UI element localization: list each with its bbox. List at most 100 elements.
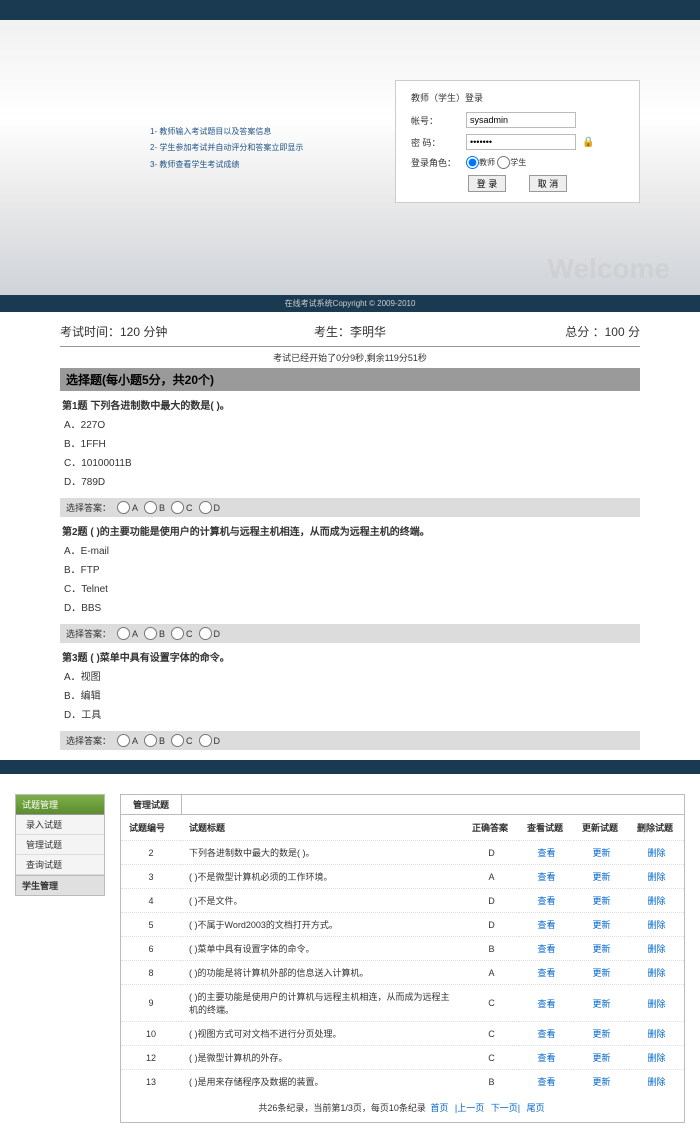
q1-opt-d: D．789D: [62, 473, 638, 492]
delete-link[interactable]: 删除: [629, 1070, 684, 1094]
q3-choice-a[interactable]: [117, 734, 130, 747]
question-2: 第2题 ( )的主要功能是使用户的计算机与远程主机相连，从而成为远程主机的终端。…: [60, 517, 640, 624]
table-row: 3( )不是微型计算机必须的工作环境。A查看更新删除: [121, 865, 684, 889]
col-delete: 删除试题: [629, 815, 684, 841]
cell-title: ( )视图方式可对文档不进行分页处理。: [181, 1022, 464, 1046]
update-link[interactable]: 更新: [574, 1070, 629, 1094]
view-link[interactable]: 查看: [519, 865, 574, 889]
pager-last[interactable]: 尾页: [527, 1103, 545, 1113]
cell-answer: A: [464, 961, 519, 985]
pager: 共26条纪录，当前第1/3页，每页10条纪录 首页 |上一页 下一页| 尾页: [121, 1093, 684, 1122]
view-link[interactable]: 查看: [519, 841, 574, 865]
q1-opt-c: C．10100011B: [62, 454, 638, 473]
delete-link[interactable]: 删除: [629, 961, 684, 985]
tip-line: 3- 教师查看学生考试成绩: [150, 158, 303, 172]
cell-title: ( )不是文件。: [181, 889, 464, 913]
view-link[interactable]: 查看: [519, 937, 574, 961]
q3-opt-b: B．编辑: [62, 687, 638, 706]
sidebar: 试题管理 录入试题 管理试题 查询试题 学生管理: [15, 794, 105, 896]
delete-link[interactable]: 删除: [629, 937, 684, 961]
q3-opt-d: D．工具: [62, 706, 638, 725]
pager-prev[interactable]: |上一页: [455, 1103, 484, 1113]
update-link[interactable]: 更新: [574, 937, 629, 961]
delete-link[interactable]: 删除: [629, 913, 684, 937]
view-link[interactable]: 查看: [519, 985, 574, 1022]
update-link[interactable]: 更新: [574, 841, 629, 865]
update-link[interactable]: 更新: [574, 1046, 629, 1070]
update-link[interactable]: 更新: [574, 1022, 629, 1046]
cell-id: 12: [121, 1046, 181, 1070]
admin-main: 管理试题 试题编号 试题标题 正确答案 查看试题 更新试题 删除试题 2下列各进…: [120, 794, 685, 1123]
q2-choice-b[interactable]: [144, 627, 157, 640]
role-student-text: 学生: [510, 157, 526, 168]
table-row: 6( )菜单中具有设置字体的命令。B查看更新删除: [121, 937, 684, 961]
update-link[interactable]: 更新: [574, 889, 629, 913]
cell-answer: B: [464, 937, 519, 961]
q1-choice-a[interactable]: [117, 501, 130, 514]
update-link[interactable]: 更新: [574, 913, 629, 937]
account-input[interactable]: [466, 112, 576, 128]
q2-choice-a[interactable]: [117, 627, 130, 640]
cell-id: 6: [121, 937, 181, 961]
tab-manage[interactable]: 管理试题: [121, 795, 182, 814]
login-form: 教师（学生）登录 帐号： 密 码： 🔒 登录角色： 教师 学生 登 录 取 消: [395, 80, 640, 203]
cell-id: 9: [121, 985, 181, 1022]
sidebar-head-students[interactable]: 学生管理: [16, 875, 104, 895]
delete-link[interactable]: 删除: [629, 1022, 684, 1046]
q1-choice-d[interactable]: [199, 501, 212, 514]
cell-answer: C: [464, 985, 519, 1022]
password-label: 密 码：: [411, 136, 466, 149]
delete-link[interactable]: 删除: [629, 1046, 684, 1070]
update-link[interactable]: 更新: [574, 985, 629, 1022]
cell-answer: C: [464, 1046, 519, 1070]
role-student-radio[interactable]: [497, 156, 510, 169]
sidebar-item-manage[interactable]: 管理试题: [16, 835, 104, 855]
login-top-bar: [0, 0, 700, 20]
q3-choice-c[interactable]: [171, 734, 184, 747]
update-link[interactable]: 更新: [574, 961, 629, 985]
pager-first[interactable]: 首页: [430, 1103, 448, 1113]
q3-choice-b[interactable]: [144, 734, 157, 747]
tip-line: 2- 学生参加考试并自动评分和答案立即显示: [150, 141, 303, 155]
welcome-text: Welcome: [548, 253, 670, 285]
view-link[interactable]: 查看: [519, 889, 574, 913]
sidebar-item-query[interactable]: 查询试题: [16, 855, 104, 875]
cancel-button[interactable]: 取 消: [529, 175, 568, 192]
q2-choice-d[interactable]: [199, 627, 212, 640]
view-link[interactable]: 查看: [519, 1070, 574, 1094]
delete-link[interactable]: 删除: [629, 889, 684, 913]
view-link[interactable]: 查看: [519, 961, 574, 985]
admin-panel: 试题管理 录入试题 管理试题 查询试题 学生管理 管理试题 试题编号 试题标题 …: [0, 760, 700, 1143]
cell-answer: D: [464, 841, 519, 865]
delete-link[interactable]: 删除: [629, 865, 684, 889]
q1-choice-c[interactable]: [171, 501, 184, 514]
update-link[interactable]: 更新: [574, 865, 629, 889]
role-teacher-radio[interactable]: [466, 156, 479, 169]
password-input[interactable]: [466, 134, 576, 150]
q3-choice-d[interactable]: [199, 734, 212, 747]
sidebar-item-input[interactable]: 录入试题: [16, 815, 104, 835]
q1-choice-b[interactable]: [144, 501, 157, 514]
cell-id: 5: [121, 913, 181, 937]
pager-next[interactable]: 下一页|: [491, 1103, 520, 1113]
view-link[interactable]: 查看: [519, 913, 574, 937]
tip-line: 1- 教师输入考试题目以及答案信息: [150, 125, 303, 139]
col-title: 试题标题: [181, 815, 464, 841]
question-3: 第3题 ( )菜单中具有设置字体的命令。 A．视图 B．编辑 D．工具: [60, 643, 640, 731]
q2-choice-c[interactable]: [171, 627, 184, 640]
view-link[interactable]: 查看: [519, 1022, 574, 1046]
cell-title: ( )不属于Word2003的文档打开方式。: [181, 913, 464, 937]
cell-title: ( )是用来存储程序及数据的装置。: [181, 1070, 464, 1094]
cell-answer: D: [464, 913, 519, 937]
q2-opt-a: A．E-mail: [62, 542, 638, 561]
exam-time: 考试时间：120 分钟: [60, 323, 253, 340]
exam-block-title: 选择题(每小题5分，共20个): [60, 368, 640, 391]
delete-link[interactable]: 删除: [629, 841, 684, 865]
table-row: 9( )的主要功能是使用户的计算机与远程主机相连，从而成为远程主机的终端。C查看…: [121, 985, 684, 1022]
answer-bar-1: 选择答案： A B C D: [60, 498, 640, 517]
pager-summary: 共26条纪录，当前第1/3页，每页10条纪录: [258, 1103, 426, 1113]
login-button[interactable]: 登 录: [468, 175, 507, 192]
delete-link[interactable]: 删除: [629, 985, 684, 1022]
view-link[interactable]: 查看: [519, 1046, 574, 1070]
cell-title: ( )的功能是将计算机外部的信息送入计算机。: [181, 961, 464, 985]
